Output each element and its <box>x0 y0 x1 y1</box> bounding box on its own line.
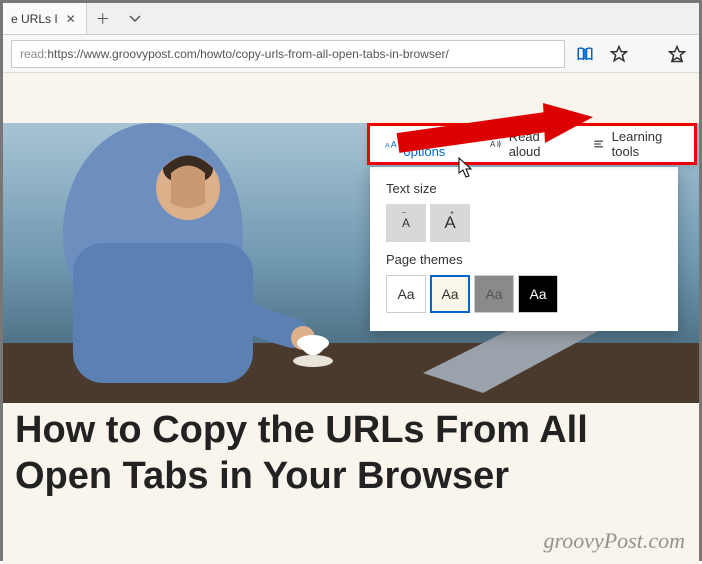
svg-text:A: A <box>391 139 397 149</box>
tab-title: e URLs I <box>11 12 58 26</box>
theme-sepia-button[interactable]: Aa <box>430 275 470 313</box>
text-size-label: Text size <box>386 181 662 196</box>
chevron-down-icon <box>128 12 142 26</box>
text-options-button[interactable]: AA Text options <box>370 126 475 162</box>
text-options-label: Text options <box>403 129 461 159</box>
favorites-list-button[interactable] <box>663 40 691 68</box>
browser-tab[interactable]: e URLs I ✕ <box>3 3 87 34</box>
svg-text:A: A <box>385 142 390 149</box>
new-tab-button[interactable]: ＋ <box>87 3 119 34</box>
learning-tools-button[interactable]: Learning tools <box>578 126 694 162</box>
text-options-icon: AA <box>384 136 397 152</box>
url-text: https://www.groovypost.com/howto/copy-ur… <box>47 47 448 61</box>
theme-gray-button[interactable]: Aa <box>474 275 514 313</box>
article-title: How to Copy the URLs From All Open Tabs … <box>15 408 687 499</box>
reading-view-toolbar: AA Text options A Read aloud Learning to… <box>367 123 697 165</box>
star-list-icon <box>668 45 686 63</box>
read-aloud-label: Read aloud <box>509 129 565 159</box>
tab-dropdown-button[interactable] <box>119 3 151 34</box>
content-area: AA Text options A Read aloud Learning to… <box>3 73 699 564</box>
favorite-button[interactable] <box>605 40 633 68</box>
svg-text:A: A <box>490 140 496 149</box>
star-icon <box>610 45 628 63</box>
url-prefix: read: <box>20 47 47 61</box>
read-aloud-icon: A <box>489 136 502 152</box>
watermark: groovyPost.com <box>543 528 685 554</box>
read-aloud-button[interactable]: A Read aloud <box>475 126 578 162</box>
address-bar: read:https://www.groovypost.com/howto/co… <box>3 35 699 73</box>
theme-light-button[interactable]: Aa <box>386 275 426 313</box>
tabs-bar: e URLs I ✕ ＋ <box>3 3 699 35</box>
decrease-text-size-button[interactable]: − A <box>386 204 426 242</box>
page-themes-label: Page themes <box>386 252 662 267</box>
text-options-panel: Text size − A + A Page themes Aa Aa Aa A… <box>370 167 678 331</box>
reading-view-button[interactable] <box>571 40 599 68</box>
book-icon <box>576 45 594 63</box>
url-input[interactable]: read:https://www.groovypost.com/howto/co… <box>11 40 565 68</box>
theme-dark-button[interactable]: Aa <box>518 275 558 313</box>
increase-text-size-button[interactable]: + A <box>430 204 470 242</box>
learning-tools-icon <box>592 136 605 152</box>
close-icon[interactable]: ✕ <box>64 12 78 26</box>
learning-tools-label: Learning tools <box>612 129 680 159</box>
